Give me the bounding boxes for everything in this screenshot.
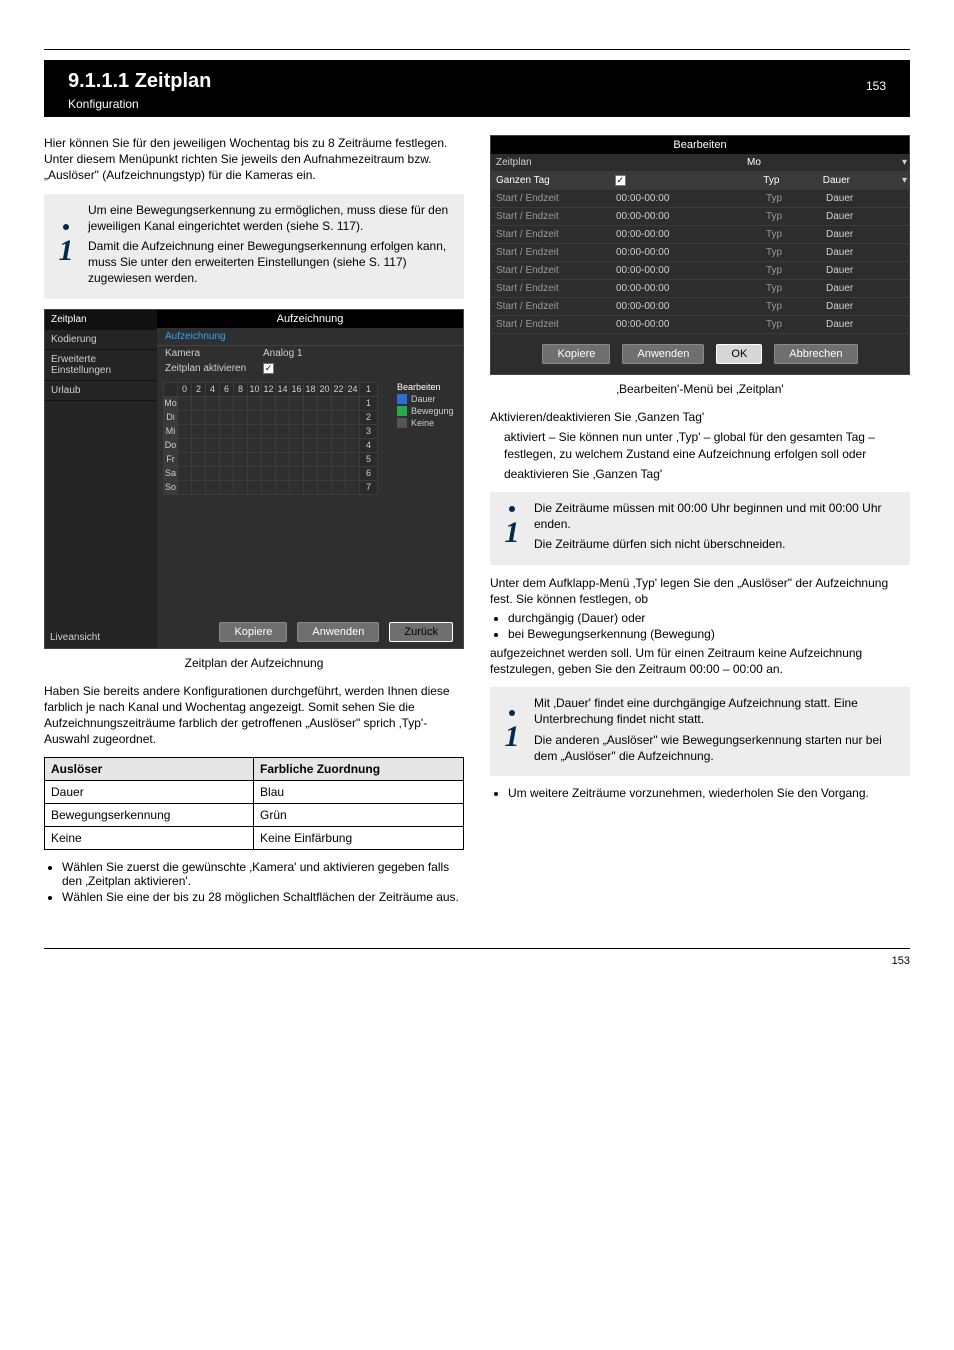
type-header: Typ: [758, 172, 817, 189]
edit-sched-value[interactable]: Mo: [611, 154, 897, 171]
info3-line2: Die anderen „Auslöser" wie Bewegungserke…: [534, 732, 900, 764]
edit-cancel-button[interactable]: Abbrechen: [774, 344, 857, 364]
page-number: 153: [892, 955, 910, 967]
info-box-2: 1 Die Zeiträume müssen mit 00:00 Uhr beg…: [490, 492, 910, 565]
below-sched-paragraph: Haben Sie bereits andere Konfigurationen…: [44, 683, 464, 748]
info1-line1: Um eine Bewegungserkennung zu ermögliche…: [88, 202, 454, 234]
info-icon: 1: [490, 492, 534, 565]
table-row: Do4: [164, 438, 378, 452]
sched-copy-button[interactable]: Kopiere: [219, 622, 287, 642]
allday-off-text: deaktivieren Sie ‚Ganzen Tag': [504, 466, 910, 482]
timeline-grid[interactable]: 024681012141618202224 1 Mo1 Di2 Mi3 Do4 …: [163, 382, 378, 495]
info3-line1: Mit ‚Dauer' findet eine durchgängige Auf…: [534, 695, 900, 727]
list-item: bei Bewegungserkennung (Bewegung): [508, 627, 910, 641]
table-row: So7: [164, 480, 378, 494]
chevron-down-icon[interactable]: ▾: [897, 154, 909, 171]
edit-sched-label: Zeitplan: [491, 154, 611, 171]
edit-dialog: Bearbeiten Zeitplan Mo ▾ Ganzen Tag ✓ Ty…: [490, 135, 910, 375]
info-box-3: 1 Mit ‚Dauer' findet eine durchgängige A…: [490, 687, 910, 776]
allday-checkbox[interactable]: ✓: [615, 175, 626, 186]
camera-label: Kamera: [165, 348, 255, 359]
header-pageref: 153: [866, 79, 886, 93]
legend-bewegung: Bewegung: [397, 406, 457, 416]
edit-caption: ‚Bearbeiten'-Menü bei ‚Zeitplan': [490, 381, 910, 397]
hours-row: 024681012141618202224 1: [164, 382, 378, 396]
time-row: Start / Endzeit00:00-00:00TypDauer: [491, 244, 909, 262]
edit-ok-button[interactable]: OK: [716, 344, 762, 364]
table-row: Fr5: [164, 452, 378, 466]
allday-on-text: aktiviert – Sie können nun unter ‚Typ' –…: [504, 429, 910, 461]
tab-aufzeichnung[interactable]: Aufzeichnung: [157, 328, 463, 346]
time-row: Start / Endzeit00:00-00:00TypDauer: [491, 298, 909, 316]
list-item: Wählen Sie eine der bis zu 28 möglichen …: [62, 890, 464, 904]
intro-paragraph: Hier können Sie für den jeweiligen Woche…: [44, 135, 464, 184]
allday-toggle-text: Aktivieren/deaktivieren Sie ‚Ganzen Tag': [490, 409, 910, 425]
sidebar-item-zeitplan[interactable]: Zeitplan: [45, 310, 157, 330]
info-icon: 1: [44, 194, 88, 299]
section-subtitle: Konfiguration: [68, 97, 886, 111]
legend-keine: Keine: [397, 418, 457, 428]
time-row: Start / Endzeit00:00-00:00TypDauer: [491, 280, 909, 298]
type-intro: Unter dem Aufklapp-Menü ‚Typ' legen Sie …: [490, 575, 910, 607]
top-rule: [44, 36, 910, 50]
type-after: aufgezeichnet werden soll. Um für einen …: [490, 645, 910, 677]
edit-title: Bearbeiten: [491, 136, 909, 154]
time-row: Start / Endzeit00:00-00:00TypDauer: [491, 208, 909, 226]
enable-label: Zeitplan aktivieren: [165, 363, 255, 374]
list-item: Wählen Sie zuerst die gewünschte ‚Kamera…: [62, 860, 464, 888]
th-farbe: Farbliche Zuordnung: [254, 758, 464, 781]
section-header: 9.1.1.1 Zeitplan 153 Konfiguration: [44, 60, 910, 117]
time-row: Start / Endzeit00:00-00:00TypDauer: [491, 190, 909, 208]
table-row: Mi3: [164, 424, 378, 438]
schedule-screenshot: Zeitplan Kodierung Erweiterte Einstellun…: [44, 309, 464, 649]
th-ausloeser: Auslöser: [45, 758, 254, 781]
chevron-down-icon[interactable]: ▾: [897, 172, 909, 189]
time-row: Start / Endzeit00:00-00:00TypDauer: [491, 316, 909, 334]
time-row: Start / Endzeit00:00-00:00TypDauer: [491, 262, 909, 280]
camera-value[interactable]: Analog 1: [263, 348, 302, 359]
sidebar-item-erweitert[interactable]: Erweiterte Einstellungen: [45, 350, 157, 381]
section-title: 9.1.1.1 Zeitplan: [68, 70, 211, 93]
info-icon: 1: [490, 687, 534, 776]
page-footer: 153: [44, 948, 910, 967]
info2-line1: Die Zeiträume müssen mit 00:00 Uhr begin…: [534, 500, 900, 532]
sidebar-item-urlaub[interactable]: Urlaub: [45, 381, 157, 401]
info-box-1: 1 Um eine Bewegungserkennung zu ermöglic…: [44, 194, 464, 299]
edit-copy-button[interactable]: Kopiere: [542, 344, 610, 364]
list-item: Um weitere Zeiträume vorzunehmen, wieder…: [508, 786, 910, 800]
sched-caption: Zeitplan der Aufzeichnung: [44, 655, 464, 671]
edit-apply-button[interactable]: Anwenden: [622, 344, 704, 364]
allday-label: Ganzen Tag: [491, 172, 610, 189]
type-header-value[interactable]: Dauer: [818, 172, 897, 189]
live-view-label[interactable]: Liveansicht: [50, 632, 100, 643]
color-mapping-table: AuslöserFarbliche Zuordnung DauerBlau Be…: [44, 757, 464, 850]
table-row: Sa6: [164, 466, 378, 480]
list-item: durchgängig (Dauer) oder: [508, 611, 910, 625]
enable-checkbox[interactable]: ✓: [263, 363, 274, 374]
legend-edit[interactable]: Bearbeiten: [397, 382, 457, 392]
info1-line2: Damit die Aufzeichnung einer Bewegungser…: [88, 238, 454, 287]
table-row: Mo1: [164, 396, 378, 410]
sched-apply-button[interactable]: Anwenden: [297, 622, 379, 642]
table-row: Di2: [164, 410, 378, 424]
info2-line2: Die Zeiträume dürfen sich nicht überschn…: [534, 536, 900, 552]
panel-title: Aufzeichnung: [157, 310, 463, 328]
sidebar-item-kodierung[interactable]: Kodierung: [45, 330, 157, 350]
legend-dauer: Dauer: [397, 394, 457, 404]
sched-back-button[interactable]: Zurück: [389, 622, 453, 642]
time-row: Start / Endzeit00:00-00:00TypDauer: [491, 226, 909, 244]
